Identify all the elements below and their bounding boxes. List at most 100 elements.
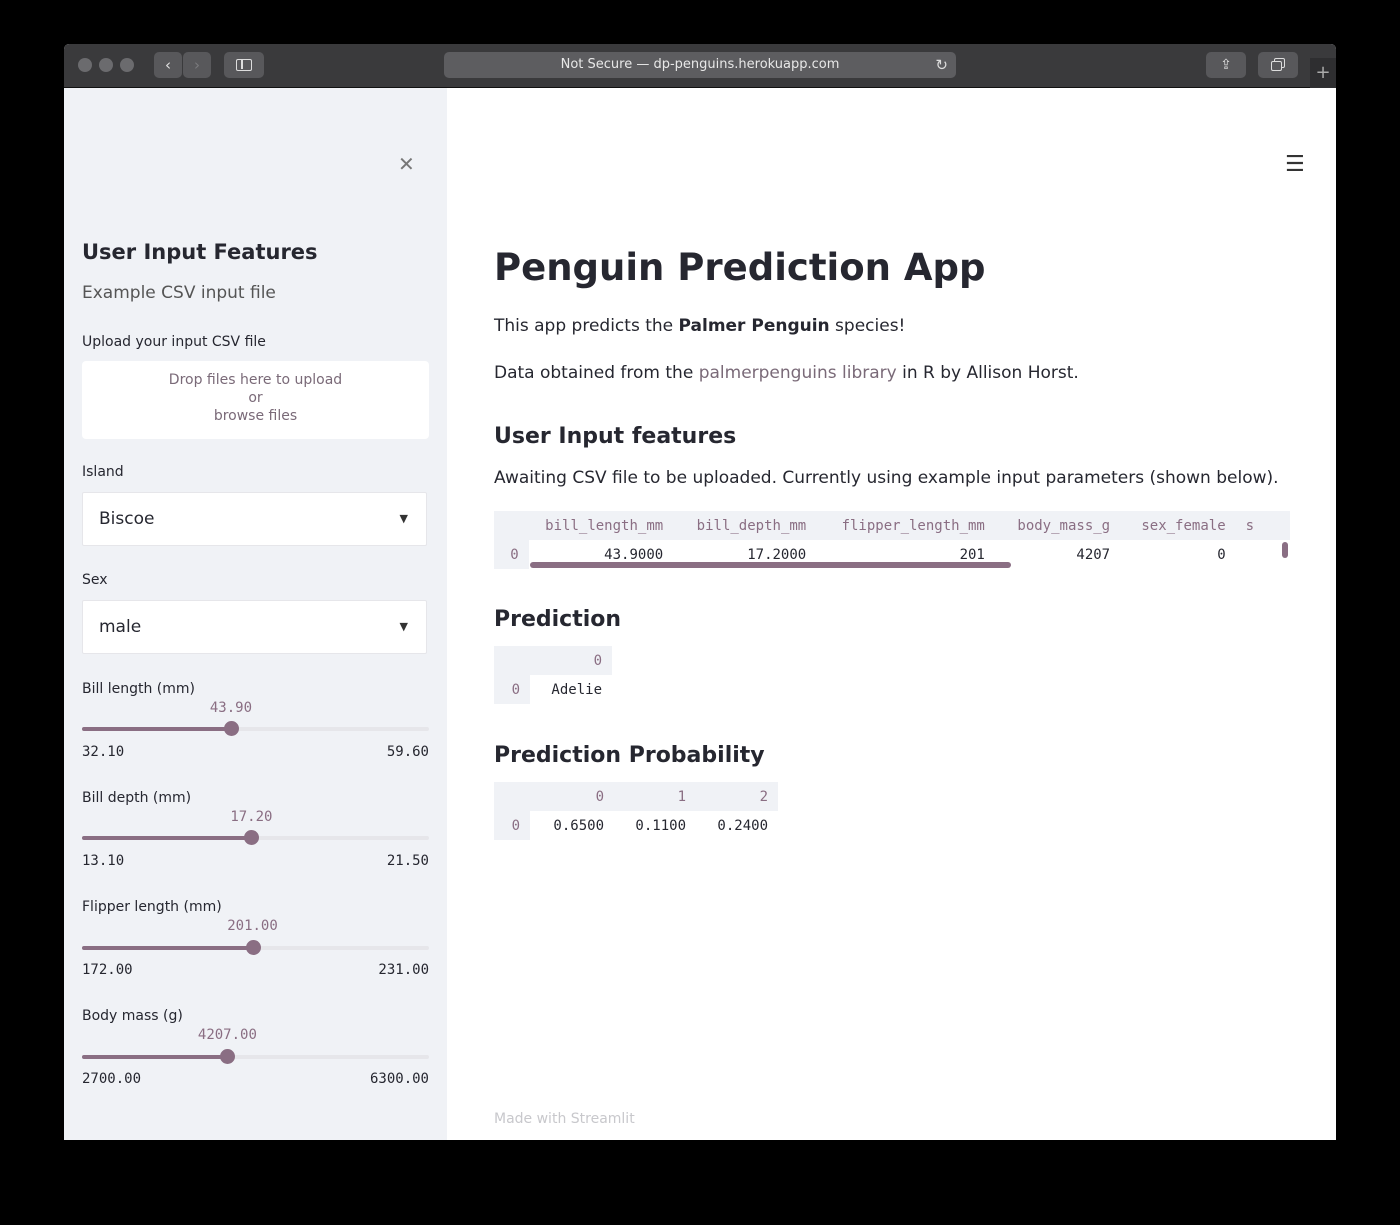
column-header: 0 [530,782,614,811]
column-header: sex_female [1120,511,1236,540]
intro-text: This app predicts the [494,316,679,336]
index-header [494,646,530,675]
browser-toolbar: ‹ › Not Secure — dp-penguins.herokuapp.c… [64,44,1336,88]
data-source-text-end: in R by Allison Horst. [896,363,1079,383]
close-sidebar-icon[interactable]: ✕ [398,152,415,176]
chevron-right-icon: › [194,56,200,74]
data-source-paragraph: Data obtained from the palmerpenguins li… [494,363,1079,383]
sex-select[interactable]: male ▼ [82,600,427,654]
probability-heading: Prediction Probability [494,743,765,768]
table-cell: 0.2400 [696,811,778,840]
features-table: bill_length_mm bill_depth_mm flipper_len… [494,511,1290,569]
table-cell: 0.6500 [530,811,614,840]
column-header: 0 [530,646,612,675]
flipper-length-label: Flipper length (mm) [82,899,222,915]
caret-down-icon: ▼ [399,512,408,525]
intro-text-end: species! [829,316,906,336]
footer-text: Made with Streamlit [494,1111,635,1127]
sex-label: Sex [82,572,108,588]
main-content: ☰ Penguin Prediction App This app predic… [447,88,1336,1140]
sidebar-subtitle: Example CSV input file [82,283,276,303]
back-button[interactable]: ‹ [154,52,182,78]
features-note: Awaiting CSV file to be uploaded. Curren… [494,468,1279,488]
row-index: 0 [494,675,530,704]
new-tab-button[interactable]: + [1310,58,1336,88]
table-cell: 0.1100 [614,811,696,840]
upload-or-text: or [248,390,263,406]
slider-fill [82,946,253,950]
features-dataframe[interactable]: bill_length_mm bill_depth_mm flipper_len… [494,511,1290,569]
horizontal-scrollbar[interactable] [530,562,1011,568]
file-uploader[interactable]: Drop files here to upload or browse file… [82,361,429,439]
address-bar[interactable]: Not Secure — dp-penguins.herokuapp.com ↻ [444,52,956,78]
bill-length-slider[interactable] [82,721,429,736]
sex-select-value: male [99,617,142,637]
vertical-scrollbar[interactable] [1282,542,1288,558]
column-header: 2 [696,782,778,811]
slider-fill [82,836,252,840]
page-title: Penguin Prediction App [494,246,986,289]
island-select-value: Biscoe [99,509,155,529]
body-mass-value: 4207.00 [197,1027,257,1043]
browser-window: ‹ › Not Secure — dp-penguins.herokuapp.c… [64,44,1336,1140]
slider-thumb[interactable] [245,940,261,955]
intro-paragraph: This app predicts the Palmer Penguin spe… [494,316,905,336]
bill-length-min: 32.10 [82,744,125,760]
flipper-length-max: 231.00 [378,962,429,978]
island-select[interactable]: Biscoe ▼ [82,492,427,546]
table-row: 0 Adelie [494,675,612,704]
table-cell: Adelie [530,675,612,704]
flipper-length-slider[interactable] [82,940,429,955]
island-label: Island [82,464,124,480]
browse-files-link[interactable]: browse files [82,407,429,425]
hamburger-menu-icon[interactable]: ☰ [1285,152,1305,177]
table-cell: 0 [1120,540,1236,569]
bill-depth-min: 13.10 [82,853,125,869]
slider-thumb[interactable] [220,1049,236,1064]
caret-down-icon: ▼ [399,620,408,633]
slider-thumb[interactable] [223,721,239,736]
table-cell: 4207 [994,540,1121,569]
url-text: Not Secure — dp-penguins.herokuapp.com [560,57,840,72]
sidebar-title: User Input Features [82,240,318,264]
table-row: 0 0.6500 0.1100 0.2400 [494,811,778,840]
minimize-window-button[interactable] [99,58,113,72]
table-header-row: 0 1 2 [494,782,778,811]
share-button[interactable]: ⇪ [1206,52,1246,78]
table-header-row: bill_length_mm bill_depth_mm flipper_len… [494,511,1290,540]
bill-depth-value: 17.20 [230,809,273,825]
column-header: 1 [614,782,696,811]
slider-fill [82,727,231,731]
slider-thumb[interactable] [244,830,260,845]
bill-length-label: Bill length (mm) [82,681,195,697]
probability-table[interactable]: 0 1 2 0 0.6500 0.1100 0.2400 [494,782,778,840]
show-tabs-button[interactable] [1258,52,1298,78]
features-heading: User Input features [494,424,737,449]
body-mass-slider[interactable] [82,1049,429,1064]
palmerpenguins-link[interactable]: palmerpenguins library [699,363,897,383]
data-source-text: Data obtained from the [494,363,699,383]
plus-icon: + [1315,62,1331,83]
column-header: bill_length_mm [528,511,674,540]
toggle-sidebar-button[interactable] [224,52,264,78]
bill-depth-label: Bill depth (mm) [82,790,192,806]
bill-length-max: 59.60 [386,744,429,760]
flipper-length-min: 172.00 [82,962,133,978]
close-window-button[interactable] [78,58,92,72]
prediction-table[interactable]: 0 0 Adelie [494,646,612,704]
zoom-window-button[interactable] [120,58,134,72]
flipper-length-value: 201.00 [227,918,278,934]
sidebar-icon [236,59,252,71]
intro-bold-text: Palmer Penguin [678,316,830,336]
bill-depth-slider[interactable] [82,830,429,845]
body-mass-max: 6300.00 [369,1071,429,1087]
prediction-heading: Prediction [494,607,622,632]
body-mass-min: 2700.00 [82,1071,142,1087]
column-header: flipper_length_mm [816,511,995,540]
sidebar: ✕ User Input Features Example CSV input … [64,88,447,1140]
slider-fill [82,1055,228,1059]
reload-icon[interactable]: ↻ [935,52,948,78]
forward-button[interactable]: › [183,52,211,78]
upload-label: Upload your input CSV file [82,334,266,350]
bill-length-value: 43.90 [209,700,253,716]
